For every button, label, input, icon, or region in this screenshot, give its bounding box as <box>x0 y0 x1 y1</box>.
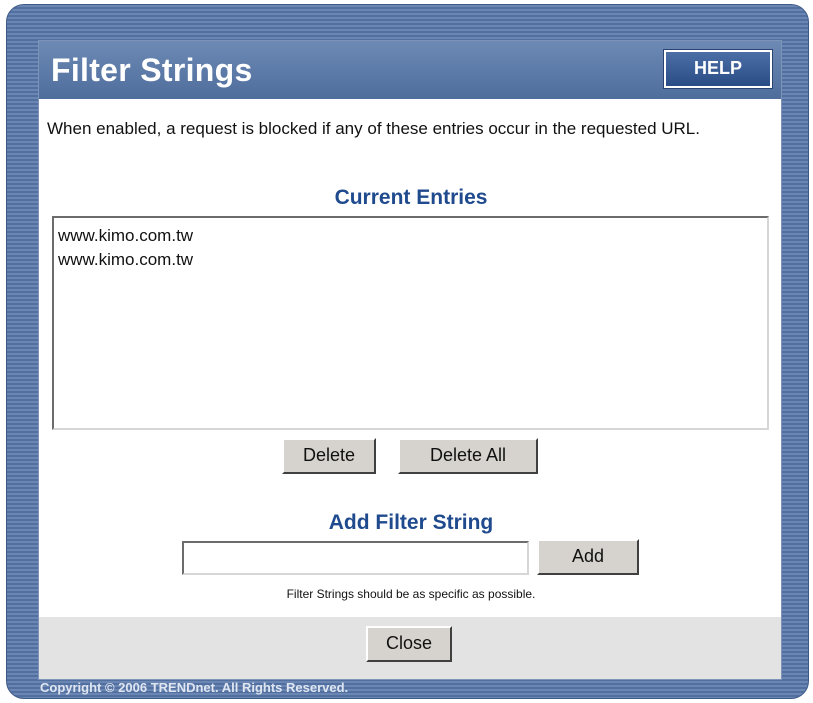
filter-string-input[interactable] <box>182 541 529 575</box>
copyright-text: Copyright © 2006 TRENDnet. All Rights Re… <box>40 680 349 695</box>
description-text: When enabled, a request is blocked if an… <box>47 119 700 138</box>
close-button[interactable]: Close <box>366 626 452 662</box>
help-button[interactable]: HELP <box>663 49 773 89</box>
delete-all-button[interactable]: Delete All <box>398 438 538 474</box>
dialog-panel: Filter Strings HELP When enabled, a requ… <box>38 40 782 680</box>
add-filter-heading: Add Filter String <box>328 511 494 534</box>
entries-listbox[interactable]: www.kimo.com.tw www.kimo.com.tw <box>52 216 769 430</box>
add-button[interactable]: Add <box>537 539 639 575</box>
footer-bar: Close <box>39 617 781 679</box>
delete-button[interactable]: Delete <box>282 438 376 474</box>
hint-text: Filter Strings should be as specific as … <box>286 587 536 601</box>
current-entries-heading: Current Entries <box>334 186 488 209</box>
list-item[interactable]: www.kimo.com.tw <box>58 224 763 248</box>
list-item[interactable]: www.kimo.com.tw <box>58 248 763 272</box>
page-title: Filter Strings <box>51 52 253 88</box>
title-bar: Filter Strings HELP <box>39 41 781 99</box>
